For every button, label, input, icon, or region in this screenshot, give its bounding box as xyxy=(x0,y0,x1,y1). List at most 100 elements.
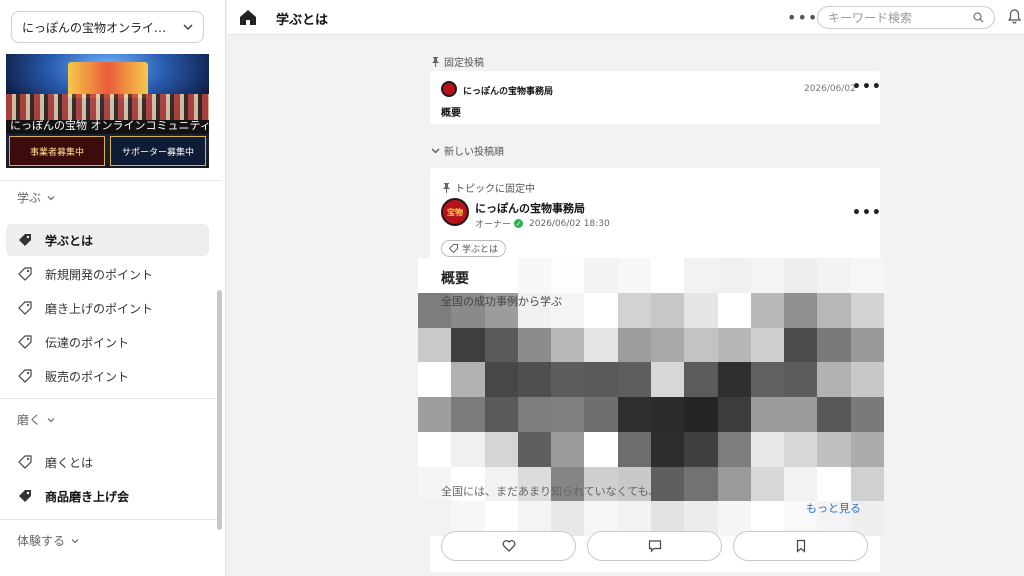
like-button[interactable] xyxy=(441,531,576,561)
mosaic-block xyxy=(418,397,452,432)
mosaic-block xyxy=(451,327,485,363)
mosaic-block xyxy=(750,362,785,397)
mosaic-block xyxy=(451,397,485,432)
post-tag-chip[interactable]: 学ぶとは xyxy=(441,240,507,257)
bookmark-icon xyxy=(796,539,805,553)
mosaic-block xyxy=(617,327,651,363)
mosaic-block xyxy=(684,362,718,397)
verified-icon: ✓ xyxy=(514,219,524,228)
mosaic-block xyxy=(617,258,651,293)
author-role: オーナー xyxy=(475,220,512,230)
topic-pin-label: トピックに固定中 xyxy=(442,180,535,195)
sidebar-item-polish-about[interactable]: 磨くとは xyxy=(6,446,209,478)
sidebar-scrollbar[interactable] xyxy=(217,290,222,530)
mosaic-block xyxy=(484,431,518,467)
post-more-button[interactable]: ••• xyxy=(852,79,882,95)
search-input[interactable] xyxy=(828,10,973,25)
mosaic-block xyxy=(484,258,518,293)
banner-box-right: サポーター募集中 xyxy=(110,136,206,166)
mosaic-block xyxy=(617,397,651,432)
bell-icon[interactable] xyxy=(1008,9,1021,24)
mosaic-block xyxy=(784,397,818,432)
mosaic-block xyxy=(650,327,685,363)
pinned-post-card[interactable]: にっぽんの宝物事務局 2026/06/02 ••• 概要 xyxy=(430,71,882,124)
mosaic-block xyxy=(517,431,552,467)
home-icon[interactable] xyxy=(240,10,256,25)
search-box[interactable] xyxy=(817,6,995,29)
sidebar-item-sales[interactable]: 販売のポイント xyxy=(6,360,209,392)
mosaic-block xyxy=(684,258,718,293)
read-more-link[interactable]: もっと見る xyxy=(806,500,861,516)
section-title: 体験する xyxy=(17,534,66,548)
mosaic-block xyxy=(418,327,452,363)
mosaic-block xyxy=(684,431,718,467)
sidebar-item-learn-about[interactable]: 学ぶとは xyxy=(6,224,209,256)
tag-icon xyxy=(18,335,32,349)
mosaic-block xyxy=(517,397,552,432)
sort-dropdown[interactable]: 新しい投稿順 xyxy=(431,143,504,158)
community-name: にっぽんの宝物オンライン… xyxy=(22,20,177,35)
sidebar-item-polish[interactable]: 磨き上げのポイント xyxy=(6,292,209,324)
mosaic-block xyxy=(850,466,884,502)
mosaic-block xyxy=(850,362,884,397)
section-head-learn[interactable]: 学ぶ xyxy=(17,189,55,206)
mosaic-block xyxy=(684,466,718,502)
mosaic-block xyxy=(717,431,751,467)
sidebar-item-product-polish[interactable]: 商品磨き上げ会 xyxy=(6,480,209,512)
sidebar-item-label: 磨き上げのポイント xyxy=(45,301,154,316)
mosaic-block xyxy=(784,258,818,293)
sidebar-item-new-dev[interactable]: 新規開発のポイント xyxy=(6,258,209,290)
avatar[interactable] xyxy=(441,81,457,97)
divider xyxy=(0,180,220,181)
mosaic-block xyxy=(717,397,751,432)
topic-pin-text: トピックに固定中 xyxy=(455,184,535,195)
tag-icon xyxy=(19,490,31,502)
pinned-label-text: 固定投稿 xyxy=(444,58,484,69)
community-selector[interactable]: にっぽんの宝物オンライン… xyxy=(11,11,204,43)
mosaic-block xyxy=(551,397,585,432)
more-menu-button[interactable]: ••• xyxy=(787,8,818,27)
mosaic-block xyxy=(584,292,618,328)
sidebar-item-communicate[interactable]: 伝達のポイント xyxy=(6,326,209,358)
mosaic-block xyxy=(617,292,651,328)
sidebar-item-label: 磨くとは xyxy=(45,455,94,470)
mosaic-block xyxy=(750,431,785,467)
mosaic-block xyxy=(750,258,785,293)
divider xyxy=(0,519,220,520)
mosaic-block xyxy=(584,362,618,397)
mosaic-block xyxy=(784,327,818,363)
section-title: 学ぶ xyxy=(17,191,42,205)
tag-icon xyxy=(18,267,32,281)
avatar[interactable]: 宝物 xyxy=(441,198,469,226)
chevron-down-icon xyxy=(71,538,79,543)
post-datetime: 2026/06/02 18:30 xyxy=(529,218,610,229)
banner-title: にっぽんの宝物 オンラインコミュニティ xyxy=(10,119,209,132)
comment-button[interactable] xyxy=(587,531,722,561)
sidebar-item-label: 販売のポイント xyxy=(45,369,130,384)
mosaic-block xyxy=(584,397,618,432)
section-head-polish[interactable]: 磨く xyxy=(17,411,55,428)
sidebar-item-label: 伝達のポイント xyxy=(45,335,130,350)
post-author[interactable]: にっぽんの宝物事務局 xyxy=(463,84,553,97)
mosaic-block xyxy=(484,362,518,397)
post-summary: 概要 xyxy=(441,108,461,119)
mosaic-block xyxy=(750,397,785,432)
mosaic-block xyxy=(650,362,685,397)
post-author[interactable]: にっぽんの宝物事務局 xyxy=(475,200,585,216)
tag-icon xyxy=(19,234,31,246)
section-head-experience[interactable]: 体験する xyxy=(17,532,79,549)
mosaic-block xyxy=(817,431,851,467)
post-more-button[interactable]: ••• xyxy=(852,205,882,221)
mosaic-block xyxy=(617,362,651,397)
divider xyxy=(0,398,220,399)
mosaic-block xyxy=(584,258,618,293)
mosaic-block xyxy=(418,362,452,397)
post-subtitle: 全国の成功事例から学ぶ xyxy=(441,295,562,308)
mosaic-block xyxy=(784,466,818,502)
search-icon[interactable] xyxy=(973,12,984,23)
mosaic-block xyxy=(584,327,618,363)
mosaic-block xyxy=(850,397,884,432)
mosaic-block xyxy=(717,292,751,328)
bookmark-button[interactable] xyxy=(733,531,868,561)
mosaic-block xyxy=(484,397,518,432)
